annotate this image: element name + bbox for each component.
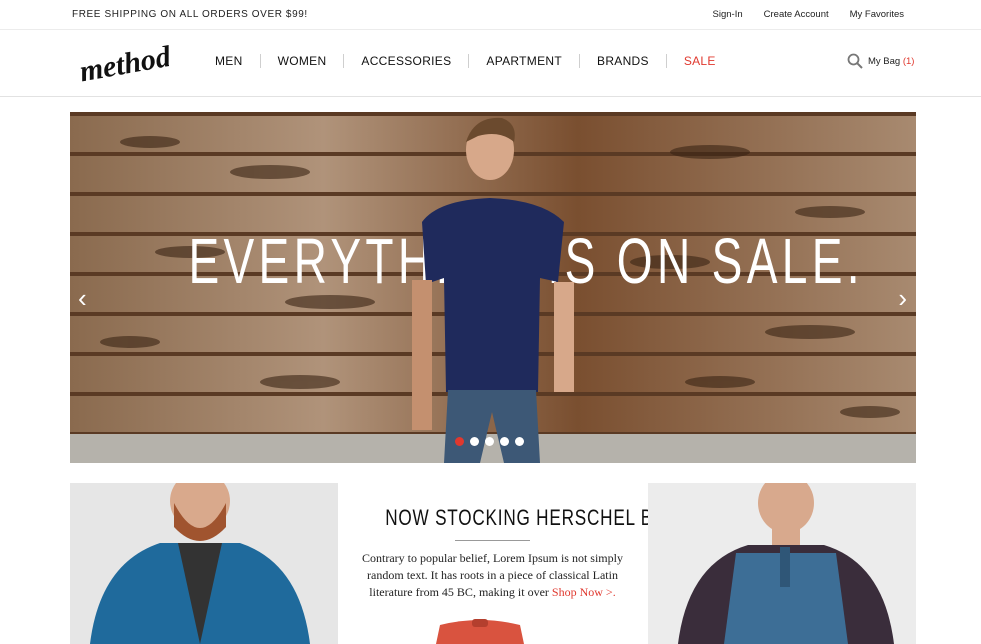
search-icon[interactable] [847,53,863,69]
cardigan-model-image [70,483,338,644]
slide-dot-1[interactable] [455,437,464,446]
bag-count: (1) [902,56,915,67]
promo-body: Contrary to popular belief, Lorem Ipsum … [355,550,630,601]
my-favorites-link[interactable]: My Favorites [850,9,904,20]
shop-now-link[interactable]: Shop Now >. [552,585,616,599]
herschel-bag-image[interactable] [420,617,540,644]
next-slide-chevron-right-icon[interactable]: › [898,285,907,311]
nav-item-brands[interactable]: BRANDS [579,54,666,68]
men-cardigan-product-image[interactable] [70,483,338,644]
promo-title: NOW STOCKING HERSCHEL BAGS. [385,505,698,530]
slide-dot-2[interactable] [470,437,479,446]
men-raglan-product-image[interactable] [648,483,916,644]
sign-in-link[interactable]: Sign-In [713,9,743,20]
account-links: Sign-In Create Account My Favorites [713,9,904,20]
bag-label: My Bag [868,56,901,67]
herschel-promo: NOW STOCKING HERSCHEL BAGS. Contrary to … [355,505,698,601]
nav-item-men[interactable]: MEN [202,54,260,68]
nav-item-women[interactable]: WOMEN [259,54,344,68]
my-bag-link[interactable]: My Bag (1) [868,56,914,67]
create-account-link[interactable]: Create Account [764,9,829,20]
slide-dot-3[interactable] [485,437,494,446]
main-nav: MEN WOMEN ACCESSORIES APARTMENT BRANDS S… [202,54,733,68]
hero-model-image [412,117,574,463]
top-bar: FREE SHIPPING ON ALL ORDERS OVER $99! Si… [0,0,981,30]
promo-divider [455,540,530,541]
slider-dots [455,437,524,446]
site-header: method MEN WOMEN ACCESSORIES APARTMENT B… [0,30,981,97]
nav-item-accessories[interactable]: ACCESSORIES [343,54,468,68]
logo-wordmark: method [77,40,169,86]
prev-slide-chevron-left-icon[interactable]: ‹ [78,285,87,311]
shipping-promo: FREE SHIPPING ON ALL ORDERS OVER $99! [72,9,308,20]
nav-item-apartment[interactable]: APARTMENT [468,54,579,68]
slide-dot-5[interactable] [515,437,524,446]
method-logo[interactable]: method [77,40,169,86]
nav-item-sale[interactable]: SALE [665,54,733,68]
hero-slider[interactable]: EVERYTHING IS ON SALE. ‹ › [70,112,916,463]
raglan-model-image [648,483,916,644]
slide-dot-4[interactable] [500,437,509,446]
